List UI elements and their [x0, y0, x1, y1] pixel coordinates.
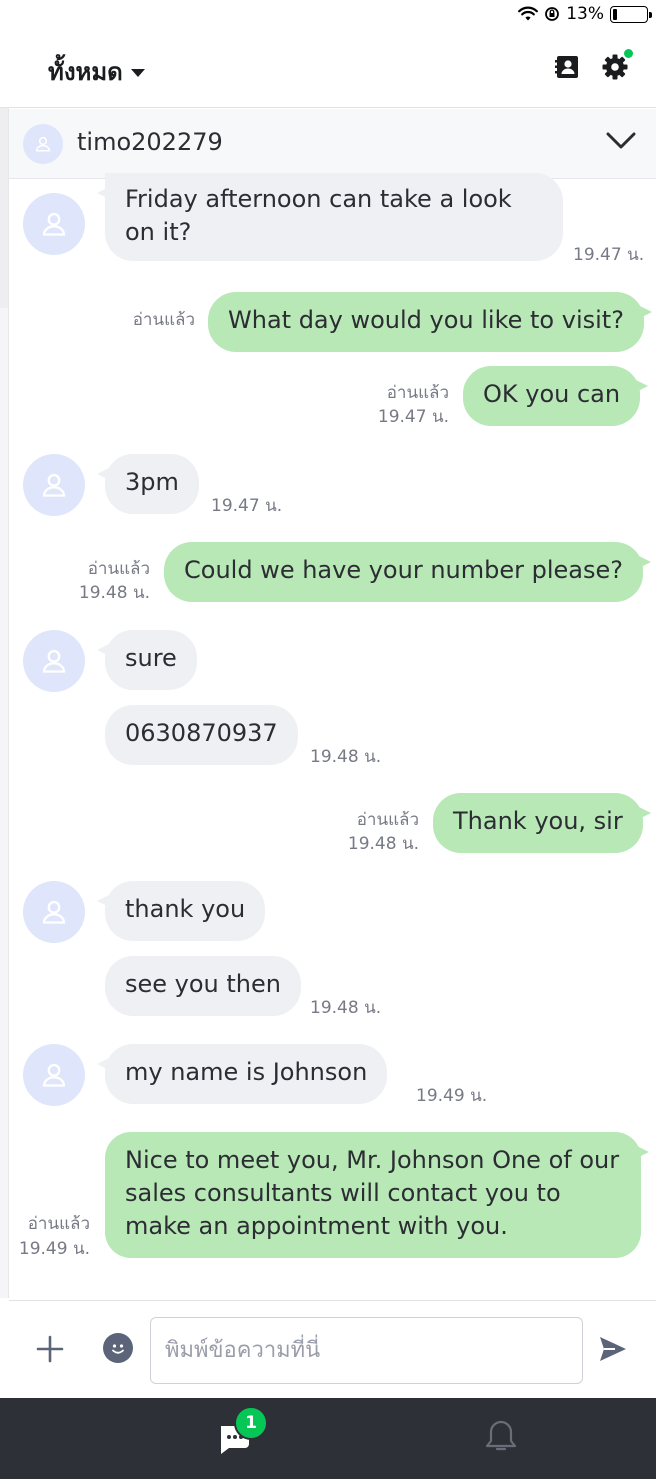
side-strip-indicator [0, 108, 8, 308]
incoming-message[interactable]: 0630870937 [105, 705, 298, 765]
incoming-message[interactable]: Friday afternoon can take a look on it? [97, 173, 563, 261]
sender-avatar[interactable] [23, 881, 85, 943]
message-time: 19.47 น. [211, 496, 283, 516]
orientation-lock-icon [545, 7, 560, 21]
chevron-down-icon[interactable] [606, 131, 636, 151]
message-time: 19.47 น. [573, 245, 645, 265]
send-icon[interactable] [597, 1333, 629, 1365]
incoming-message[interactable]: 3pm [97, 454, 199, 514]
contact-avatar [23, 124, 63, 164]
contact-name: timo202279 [77, 128, 223, 156]
plus-icon[interactable] [35, 1334, 65, 1364]
user-icon [42, 1063, 66, 1087]
conversation-header[interactable]: timo202279 [9, 109, 656, 179]
battery-level-fill [613, 8, 618, 20]
sender-avatar[interactable] [23, 1044, 85, 1106]
outgoing-message[interactable]: Thank you, sir [433, 793, 651, 853]
read-receipt: อ่านแล้ว [27, 1214, 90, 1234]
contacts-button[interactable] [552, 52, 582, 82]
unread-badge: 1 [234, 1406, 268, 1440]
smile-face-icon [112, 1344, 124, 1354]
message-time: 19.47 น. [377, 407, 449, 427]
message-input-bar [9, 1300, 656, 1398]
status-bar: 13% [0, 0, 656, 32]
notification-dot [624, 49, 633, 58]
read-receipt: อ่านแล้ว [386, 383, 449, 403]
incoming-message[interactable]: thank you [96, 881, 266, 941]
message-time: 19.48 น. [310, 747, 382, 767]
message-time: 19.48 น. [78, 583, 150, 603]
outgoing-message[interactable]: OK you can [463, 366, 649, 426]
read-receipt: อ่านแล้ว [132, 310, 195, 330]
settings-button[interactable] [600, 49, 633, 82]
message-time: 19.49 น. [18, 1239, 90, 1259]
settings-icon [602, 54, 628, 80]
incoming-message[interactable]: my name is Johnson [96, 1044, 388, 1104]
battery-icon [610, 5, 652, 23]
read-receipt: อ่านแล้ว [356, 810, 419, 830]
user-icon [42, 900, 66, 924]
read-receipt: อ่านแล้ว [87, 559, 150, 579]
outgoing-message[interactable]: Nice to meet you, Mr. Johnson One of our… [105, 1132, 649, 1258]
side-strip [0, 108, 9, 1298]
page-title: ทั้งหมด [48, 58, 123, 86]
message-time: 19.48 น. [347, 834, 419, 854]
sender-avatar[interactable] [23, 630, 85, 692]
caret-down-icon [130, 68, 145, 77]
bell-icon[interactable] [484, 1418, 518, 1454]
user-icon [35, 136, 51, 152]
folder-filter-dropdown[interactable]: ทั้งหมด [48, 52, 145, 91]
message-time: 19.49 น. [416, 1086, 488, 1106]
app-header: ทั้งหมด [0, 32, 656, 108]
user-icon [42, 212, 66, 236]
emoji-icon[interactable] [103, 1333, 133, 1363]
sender-avatar[interactable] [23, 193, 85, 255]
bottom-navigation [0, 1398, 656, 1479]
sender-avatar[interactable] [23, 454, 85, 516]
incoming-message[interactable]: sure [97, 630, 197, 690]
user-icon [42, 473, 66, 497]
outgoing-message[interactable]: Could we have your number please? [164, 542, 651, 602]
message-time: 19.48 น. [310, 998, 382, 1018]
battery-percent: 13% [566, 4, 604, 24]
message-input[interactable] [150, 1317, 583, 1384]
user-icon [42, 649, 66, 673]
contacts-icon [555, 56, 578, 78]
incoming-message[interactable]: see you then [105, 956, 301, 1016]
outgoing-message[interactable]: What day would you like to visit? [208, 292, 652, 352]
wifi-icon [518, 6, 539, 21]
